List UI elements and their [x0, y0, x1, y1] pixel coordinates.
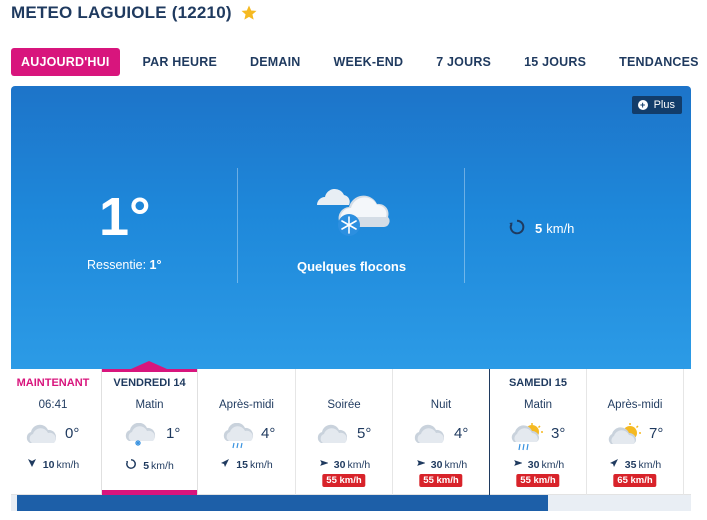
- tab-par-heure[interactable]: PAR HEURE: [133, 48, 228, 76]
- wind-unit: km/h: [249, 458, 273, 471]
- current-wind-speed: 5: [535, 221, 543, 236]
- gust-badge: 55 km/h: [516, 474, 560, 487]
- tab-bar: AUJOURD'HUI PAR HEURE DEMAIN WEEK-END 7 …: [11, 48, 707, 76]
- forecast-period: Nuit: [430, 399, 452, 411]
- forecast-friday-evening[interactable]: Soirée 5° 30 km/h 55 km/h: [296, 369, 392, 495]
- forecast-wind: 30 km/h: [490, 458, 586, 471]
- wind-unit: km/h: [56, 458, 80, 471]
- forecast-head: MAINTENANT: [16, 377, 90, 389]
- sun-cloud-rain-icon: [510, 423, 546, 456]
- star-icon[interactable]: [240, 4, 258, 22]
- feels-like-value: 1°: [149, 258, 162, 272]
- feels-like-label: Ressentie:: [87, 258, 147, 272]
- cloud-rain-icon: [222, 422, 256, 454]
- wind-speed: 35: [624, 458, 637, 471]
- cloud-snow-icon: [309, 183, 393, 246]
- gust-badge: 55 km/h: [419, 474, 463, 487]
- forecast-temp: 4°: [261, 425, 276, 442]
- forecast-strip[interactable]: MAINTENANT 06:41 0° 10 km/h VENDREDI 14 …: [11, 361, 691, 495]
- forecast-now[interactable]: MAINTENANT 06:41 0° 10 km/h: [11, 369, 95, 495]
- wind-unit: km/h: [444, 458, 468, 471]
- page-title: METEO LAGUIOLE (12210): [11, 3, 232, 22]
- arrow-ne-icon: [609, 458, 619, 471]
- forecast-period: Soirée: [327, 399, 361, 411]
- forecast-wind: 15 km/h: [198, 458, 295, 471]
- current-wind-unit: km/h: [546, 221, 575, 236]
- title-row: METEO LAGUIOLE (12210): [11, 3, 258, 23]
- forecast-wind: 5 km/h: [102, 458, 197, 473]
- plus-button[interactable]: + Plus: [631, 96, 682, 114]
- current-temperature: 1°: [99, 187, 151, 247]
- forecast-temp: 1°: [166, 425, 181, 442]
- forecast-time: 06:41: [38, 399, 68, 411]
- cloud-icon: [316, 423, 350, 450]
- forecast-scrollbar[interactable]: [11, 495, 691, 511]
- wind-speed: 15: [236, 458, 248, 471]
- variable-wind-icon: [508, 218, 526, 239]
- wind-speed: 30: [430, 458, 443, 471]
- forecast-wind: 10 km/h: [11, 458, 95, 471]
- forecast-wind: 30 km/h: [393, 458, 489, 471]
- variable-wind-icon: [125, 458, 137, 473]
- scrollbar-thumb[interactable]: [17, 495, 548, 511]
- wind-speed: 5: [143, 459, 150, 472]
- forecast-saturday-morning[interactable]: SAMEDI 15 Matin 3° 30 km/h 55 km/h: [490, 369, 586, 495]
- wind-unit: km/h: [541, 458, 565, 471]
- forecast-saturday-afternoon[interactable]: Après-midi 7° 35 km/h 65 km/h: [587, 369, 683, 495]
- arrow-ne-icon: [512, 458, 523, 471]
- gust-badge: 55 km/h: [322, 474, 366, 487]
- forecast-temp: 0°: [65, 425, 80, 442]
- divider: [683, 369, 684, 495]
- wind-speed: 30: [333, 458, 346, 471]
- forecast-period: Après-midi: [607, 399, 663, 411]
- plus-label: Plus: [653, 99, 675, 111]
- forecast-wind: 35 km/h: [587, 458, 683, 471]
- divider: [464, 168, 465, 283]
- wind-unit: km/h: [151, 459, 174, 472]
- forecast-head: SAMEDI 15: [508, 377, 568, 389]
- cloud-icon: [25, 423, 59, 450]
- wind-speed: 10: [42, 458, 55, 471]
- arrow-ne-icon: [220, 458, 230, 471]
- forecast-temp: 3°: [551, 425, 566, 442]
- feels-like: Ressentie: 1°: [87, 258, 162, 272]
- tab-demain[interactable]: DEMAIN: [240, 48, 311, 76]
- forecast-friday-night[interactable]: Nuit 4° 30 km/h 55 km/h: [393, 369, 489, 495]
- forecast-temp: 7°: [649, 425, 664, 442]
- sun-cloud-icon: [607, 423, 643, 452]
- tab-15-jours[interactable]: 15 JOURS: [514, 48, 596, 76]
- cloud-snow-icon: [124, 422, 160, 452]
- plus-icon: +: [637, 100, 648, 110]
- wind-unit: km/h: [347, 458, 371, 471]
- selected-arrow: [131, 361, 167, 369]
- tab-tendances[interactable]: TENDANCES: [609, 48, 707, 76]
- condition-label: Quelques flocons: [297, 259, 407, 274]
- gust-badge: 65 km/h: [613, 474, 657, 487]
- divider: [237, 168, 238, 283]
- tab-7-jours[interactable]: 7 JOURS: [426, 48, 501, 76]
- tab-aujourdhui[interactable]: AUJOURD'HUI: [11, 48, 120, 76]
- forecast-period: Après-midi: [219, 399, 274, 411]
- cloud-icon: [413, 423, 447, 450]
- forecast-temp: 4°: [454, 425, 469, 442]
- current-weather-panel: + Plus 1° Ressentie: 1° Quelques flocons…: [11, 86, 691, 369]
- forecast-period: Matin: [135, 399, 164, 411]
- current-wind: 5 km/h: [508, 218, 574, 239]
- arrow-ne-icon: [415, 458, 426, 471]
- forecast-friday-morning[interactable]: VENDREDI 14 Matin 1° 5 km/h: [102, 369, 197, 495]
- arrow-ne-icon: [318, 458, 329, 471]
- wind-speed: 30: [527, 458, 540, 471]
- forecast-wind: 30 km/h: [296, 458, 392, 471]
- wind-unit: km/h: [638, 458, 662, 471]
- tab-week-end[interactable]: WEEK-END: [324, 48, 414, 76]
- arrow-down-icon: [27, 458, 37, 471]
- forecast-friday-afternoon[interactable]: Après-midi 4° 15 km/h: [198, 369, 295, 495]
- forecast-period: Matin: [523, 399, 553, 411]
- forecast-temp: 5°: [357, 425, 372, 442]
- forecast-head: VENDREDI 14: [113, 377, 186, 389]
